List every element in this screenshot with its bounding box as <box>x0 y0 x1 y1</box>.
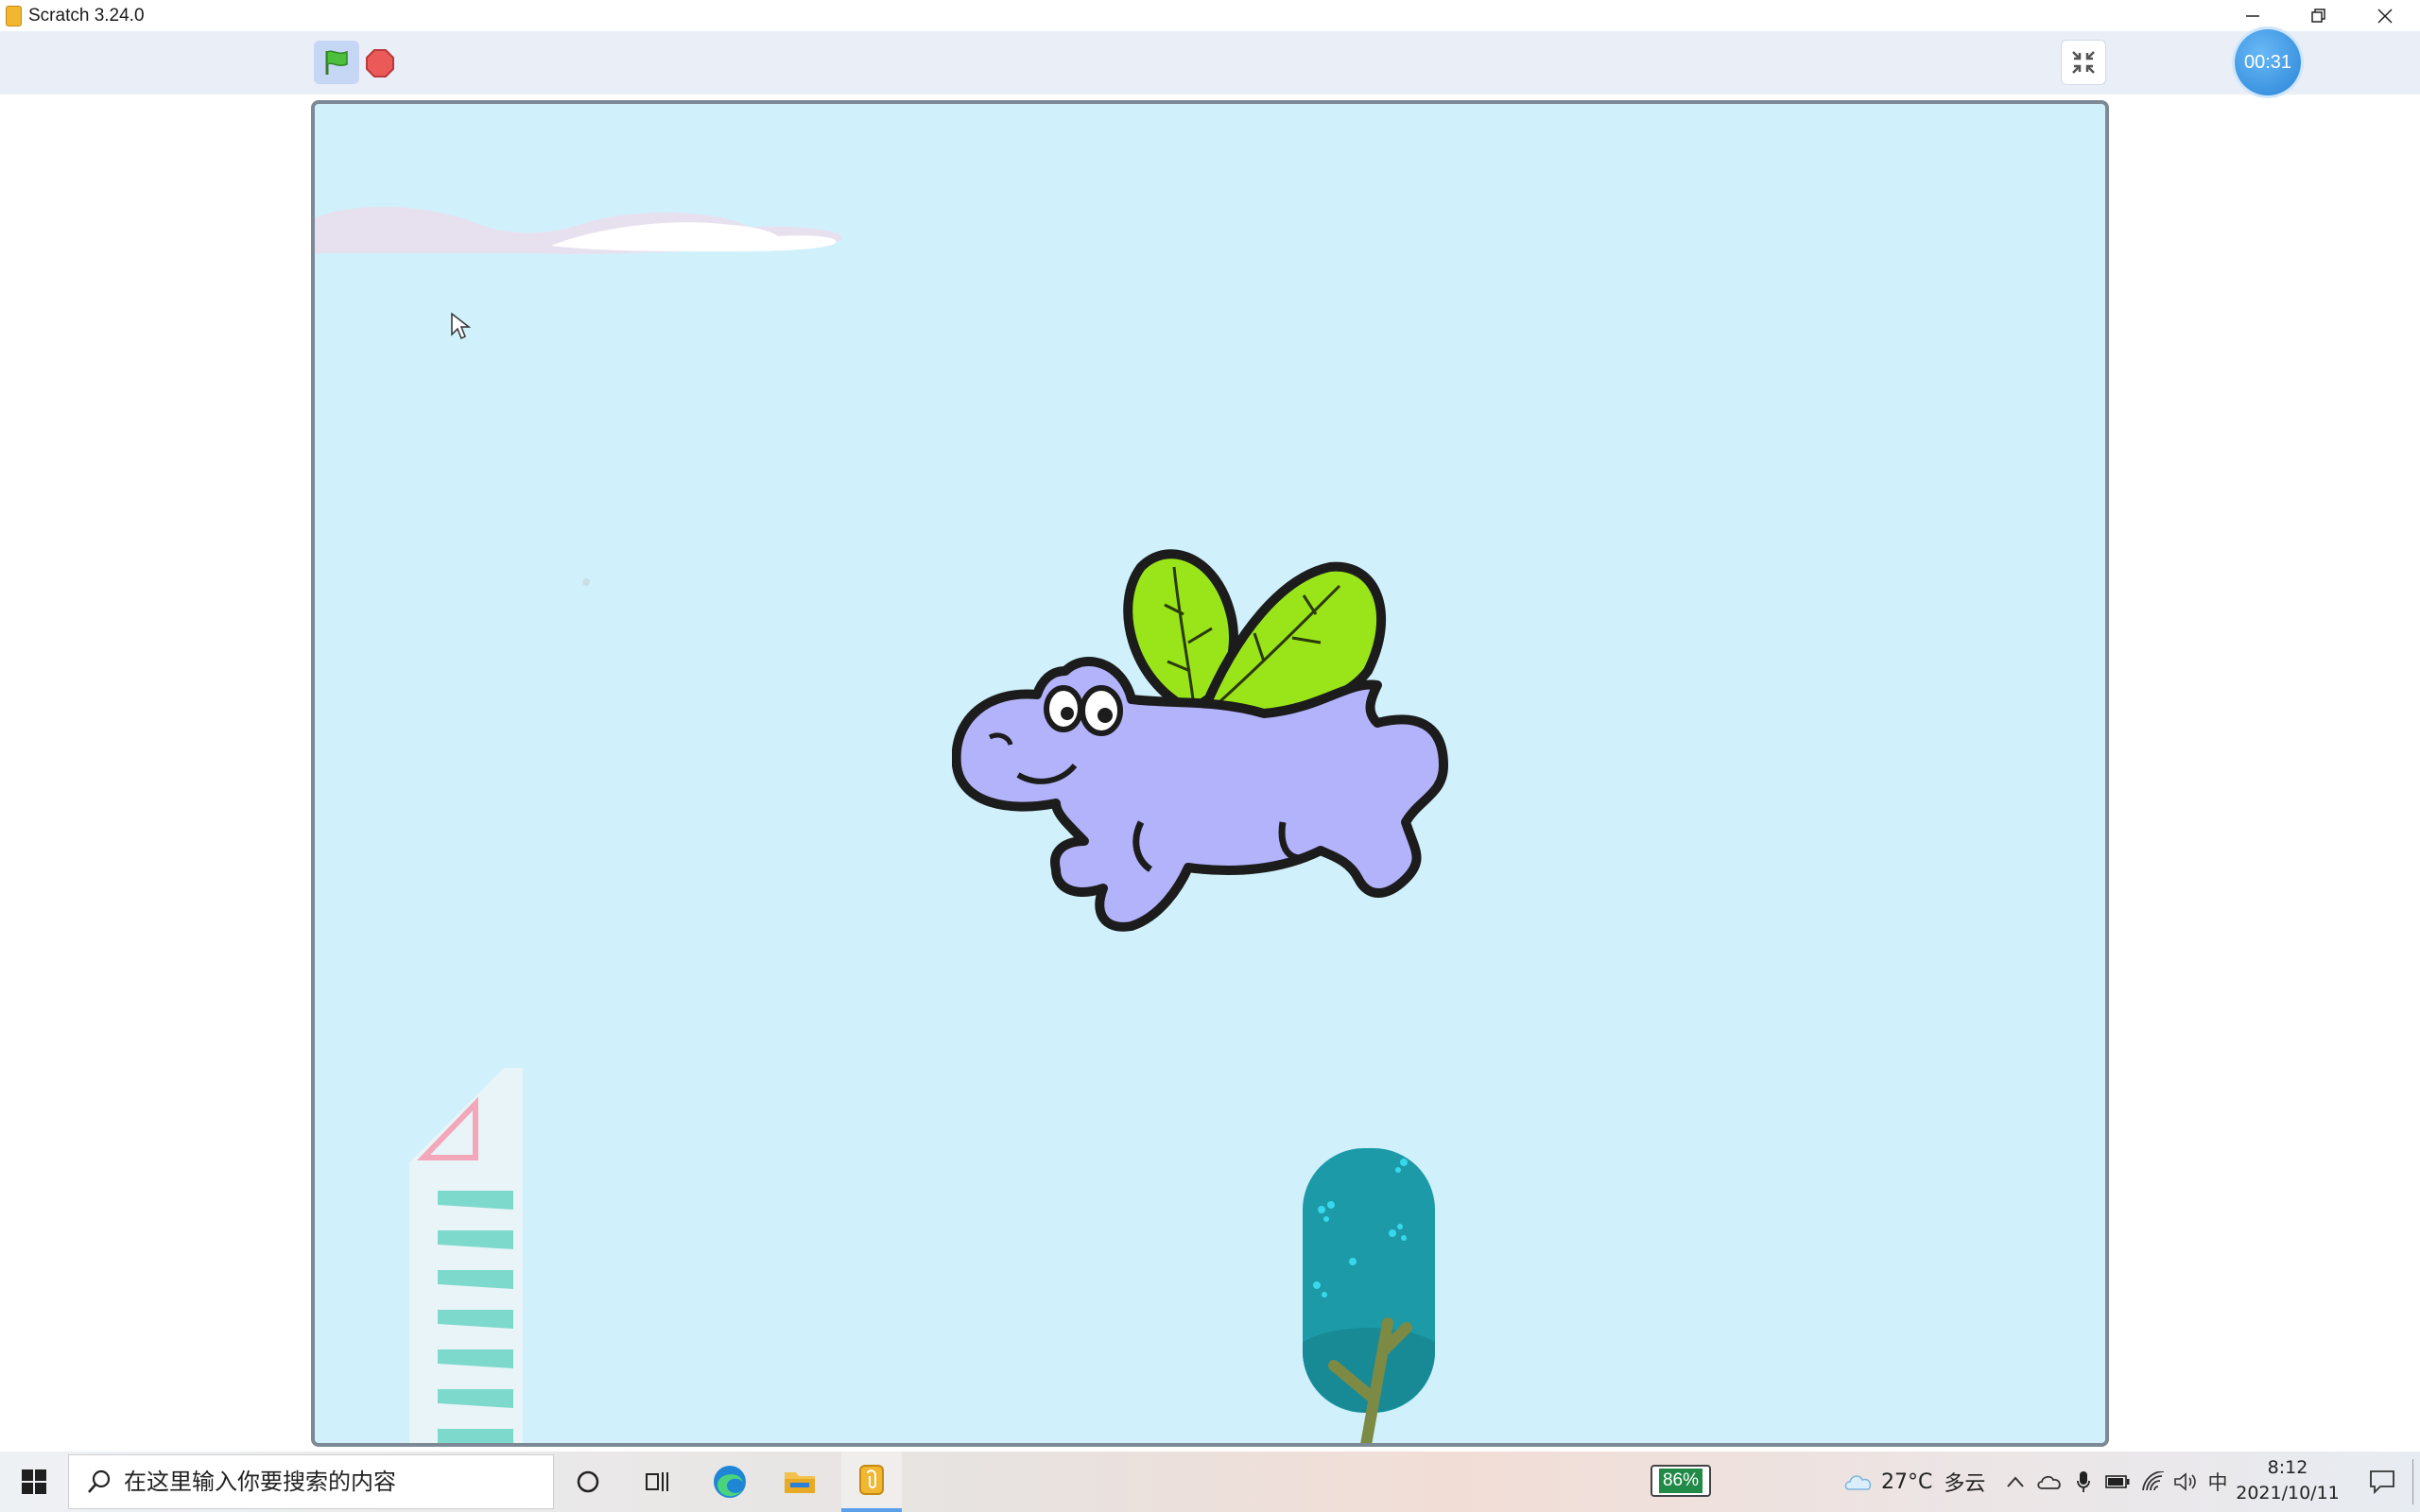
volume-icon[interactable] <box>2172 1469 2199 1495</box>
battery-percent: 86% <box>1658 1469 1703 1493</box>
microphone-icon[interactable] <box>2070 1469 2097 1495</box>
stage[interactable] <box>311 100 2109 1447</box>
battery-percent-badge: 86% <box>1651 1465 1711 1497</box>
unfullscreen-icon <box>2072 51 2095 74</box>
wifi-icon[interactable] <box>2140 1469 2167 1495</box>
green-flag-icon <box>325 50 348 75</box>
taskbar: 86% 27°C 多云 中 8:12 2021/10/11 <box>0 1452 2420 1512</box>
close-icon <box>2377 8 2393 24</box>
file-explorer-button[interactable] <box>769 1452 830 1512</box>
notification-icon <box>2370 1470 2394 1494</box>
notification-center-button[interactable] <box>2354 1452 2411 1512</box>
close-button[interactable] <box>2352 0 2418 31</box>
tree-sprite <box>1303 1148 1435 1443</box>
task-view-icon <box>646 1472 668 1491</box>
task-view-button[interactable] <box>628 1452 688 1512</box>
search-input[interactable] <box>122 1468 523 1496</box>
weather-desc: 多云 <box>1944 1472 1986 1496</box>
edge-icon <box>714 1466 746 1498</box>
edge-button[interactable] <box>700 1452 760 1512</box>
mouse-cursor-icon <box>451 312 471 340</box>
title-bar: Scratch 3.24.0 <box>0 0 2420 31</box>
file-explorer-icon <box>785 1472 815 1493</box>
building-sprite <box>409 1058 523 1443</box>
weather-widget[interactable]: 27°C 多云 <box>1843 1452 1985 1512</box>
taskbar-search[interactable] <box>68 1454 554 1509</box>
timer-badge: 00:31 <box>2235 29 2301 95</box>
cortana-icon <box>577 1470 599 1493</box>
scratch-app-icon <box>6 6 22 26</box>
windows-icon <box>22 1469 46 1494</box>
clock-date: 2021/10/11 <box>2236 1483 2340 1503</box>
scratch-icon <box>859 1465 884 1495</box>
clock-time: 8:12 <box>2267 1457 2308 1478</box>
stop-icon <box>366 49 394 77</box>
minimize-button[interactable] <box>2220 0 2286 31</box>
dot-sprite <box>582 578 590 586</box>
show-desktop-divider[interactable] <box>2412 1459 2413 1504</box>
stop-button[interactable] <box>365 48 395 78</box>
hippo-flying-sprite[interactable] <box>952 539 1491 964</box>
cloud-weather-icon <box>1844 1475 1872 1490</box>
taskbar-clock[interactable]: 8:12 2021/10/11 <box>2231 1455 2344 1508</box>
cloud-sprite[interactable] <box>315 198 854 284</box>
tray-chevron-up-icon[interactable] <box>2002 1469 2029 1495</box>
window-title: Scratch 3.24.0 <box>28 6 145 26</box>
restore-icon <box>2311 8 2325 23</box>
start-button[interactable] <box>0 1452 68 1512</box>
ime-indicator[interactable]: 中 <box>2204 1469 2231 1495</box>
cortana-button[interactable] <box>558 1452 618 1512</box>
unfullscreen-button[interactable] <box>2061 40 2106 85</box>
building-icon <box>409 1068 523 1443</box>
stage-toolbar: 00:31 <box>0 29 2420 95</box>
weather-temp: 27°C <box>1881 1469 1933 1494</box>
search-icon <box>88 1469 111 1493</box>
green-flag-button[interactable] <box>314 41 359 84</box>
restore-button[interactable] <box>2286 0 2352 31</box>
scratch-taskbar-button[interactable] <box>841 1452 902 1512</box>
battery-icon[interactable] <box>2104 1469 2131 1495</box>
onedrive-icon[interactable] <box>2036 1469 2063 1495</box>
minimize-icon <box>2246 14 2259 17</box>
